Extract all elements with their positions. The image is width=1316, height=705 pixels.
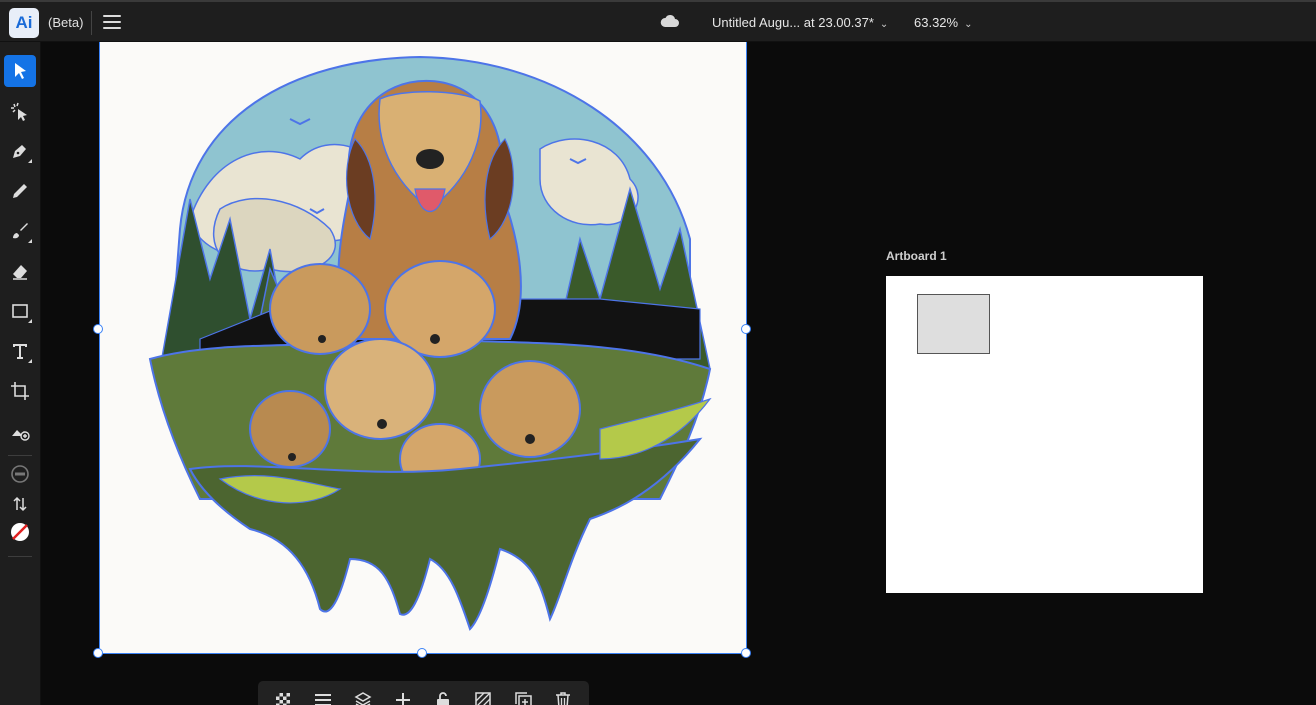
document-title-dropdown[interactable]: Untitled Augu... at 23.00.37* ⌄ xyxy=(712,15,888,30)
resize-handle-bottom[interactable] xyxy=(417,648,427,658)
type-icon xyxy=(13,344,27,359)
no-color-icon xyxy=(11,523,29,541)
eraser-icon xyxy=(13,265,27,280)
rectangle-icon xyxy=(12,304,28,318)
delete-icon[interactable] xyxy=(552,689,574,705)
resize-handle-bl[interactable] xyxy=(93,648,103,658)
contextual-task-bar xyxy=(258,681,589,705)
canvas[interactable]: Artboard 1 xyxy=(41,42,1316,705)
selected-artwork[interactable] xyxy=(99,42,747,654)
pencil-tool[interactable] xyxy=(4,175,36,207)
pencil-icon xyxy=(13,184,27,198)
zoom-level: 63.32% xyxy=(914,15,959,30)
crop-icon xyxy=(11,382,29,400)
arrange-icon[interactable] xyxy=(352,689,374,705)
top-bar: Ai (Beta) Untitled Augu... at 23.00.37* ⌄… xyxy=(0,0,1316,42)
swap-arrows-icon xyxy=(13,496,27,512)
pen-icon xyxy=(13,145,26,158)
eraser-tool[interactable] xyxy=(4,255,36,287)
arrow-icon xyxy=(15,63,26,79)
selection-tool[interactable] xyxy=(4,55,36,87)
rectangle-tool[interactable] xyxy=(4,295,36,327)
divider xyxy=(91,11,92,35)
lock-icon[interactable] xyxy=(432,689,454,705)
beta-label: (Beta) xyxy=(48,15,84,30)
document-title: Untitled Augu... at 23.00.37* xyxy=(712,15,874,30)
stroke-swatch[interactable] xyxy=(4,516,36,548)
tool-divider xyxy=(8,455,32,456)
transparency-icon[interactable] xyxy=(272,689,294,705)
pen-tool[interactable] xyxy=(4,135,36,167)
magic-select-icon xyxy=(11,102,27,121)
add-icon[interactable] xyxy=(392,689,414,705)
resize-handle-br[interactable] xyxy=(741,648,751,658)
paintbrush-tool[interactable] xyxy=(4,215,36,247)
artboard-shape[interactable] xyxy=(917,294,990,354)
fill-stroke-none[interactable] xyxy=(4,458,36,490)
chevron-down-icon: ⌄ xyxy=(879,19,889,30)
resize-handle-left[interactable] xyxy=(93,324,103,334)
circle-minus-icon xyxy=(11,465,29,483)
brush-icon xyxy=(13,223,28,239)
zoom-dropdown[interactable]: 63.32% ⌄ xyxy=(914,15,972,30)
tools-panel xyxy=(0,42,41,705)
artboard-tool[interactable] xyxy=(4,375,36,407)
artboard-label[interactable]: Artboard 1 xyxy=(886,249,947,263)
image-add-icon xyxy=(12,430,30,441)
tool-divider xyxy=(8,556,32,557)
dogs-illustration xyxy=(148,55,712,631)
chevron-down-icon: ⌄ xyxy=(964,19,973,30)
direct-selection-tool[interactable] xyxy=(4,95,36,127)
mask-icon[interactable] xyxy=(472,689,494,705)
duplicate-icon[interactable] xyxy=(512,689,534,705)
cloud-icon[interactable] xyxy=(660,14,680,30)
align-icon[interactable] xyxy=(312,689,334,705)
add-image-tool[interactable] xyxy=(4,415,36,447)
type-tool[interactable] xyxy=(4,335,36,367)
artboard[interactable] xyxy=(886,276,1203,593)
app-logo[interactable]: Ai xyxy=(9,8,39,38)
resize-handle-right[interactable] xyxy=(741,324,751,334)
hamburger-icon[interactable] xyxy=(103,15,121,31)
